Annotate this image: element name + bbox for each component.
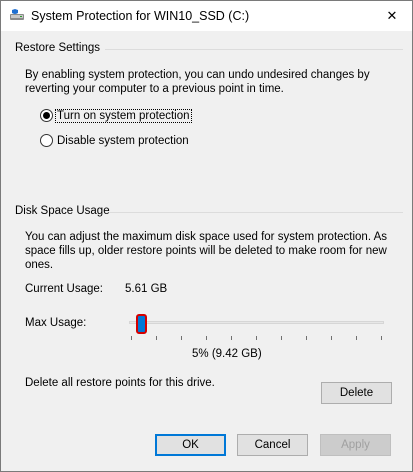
slider-tick [131,336,132,340]
max-usage-slider-thumb[interactable] [135,314,147,334]
title-bar: System Protection for WIN10_SSD (C:) ✕ [1,1,412,31]
disk-space-divider [109,212,403,213]
max-usage-readout: 5% (9.42 GB) [192,348,262,360]
cancel-button[interactable]: Cancel [237,434,308,456]
current-usage-value: 5.61 GB [125,283,168,295]
slider-tick [256,336,257,340]
slider-tick [281,336,282,340]
slider-tick [306,336,307,340]
window-title: System Protection for WIN10_SSD (C:) [31,9,250,23]
delete-description: Delete all restore points for this drive… [25,377,215,389]
restore-settings-divider [105,49,403,50]
ok-button[interactable]: OK [155,434,226,456]
slider-tick [381,336,382,340]
slider-tick [331,336,332,340]
drive-shield-icon [9,9,25,23]
radio-label-disable: Disable system protection [57,134,189,147]
delete-button[interactable]: Delete [321,382,392,404]
max-usage-slider-track[interactable] [129,321,384,324]
radio-button-unselected[interactable] [40,134,53,147]
radio-disable-protection[interactable]: Disable system protection [40,134,190,147]
slider-tick [156,336,157,340]
slider-tick [356,336,357,340]
current-usage-label: Current Usage: [25,283,103,295]
disk-space-heading: Disk Space Usage [15,205,110,217]
radio-label-turn-on: Turn on system protection [55,108,192,123]
radio-turn-on-protection[interactable]: Turn on system protection [40,108,192,123]
radio-button-selected[interactable] [40,109,53,122]
apply-button: Apply [320,434,391,456]
close-button[interactable]: ✕ [372,1,412,31]
restore-settings-heading: Restore Settings [15,42,101,54]
slider-tick [181,336,182,340]
disk-space-description: You can adjust the maximum disk space us… [25,231,388,271]
restore-settings-description: By enabling system protection, you can u… [25,69,370,95]
max-usage-label: Max Usage: [25,317,87,329]
slider-tick [206,336,207,340]
system-protection-dialog: System Protection for WIN10_SSD (C:) ✕ R… [0,0,413,472]
slider-tick [231,336,232,340]
close-icon: ✕ [386,8,398,23]
